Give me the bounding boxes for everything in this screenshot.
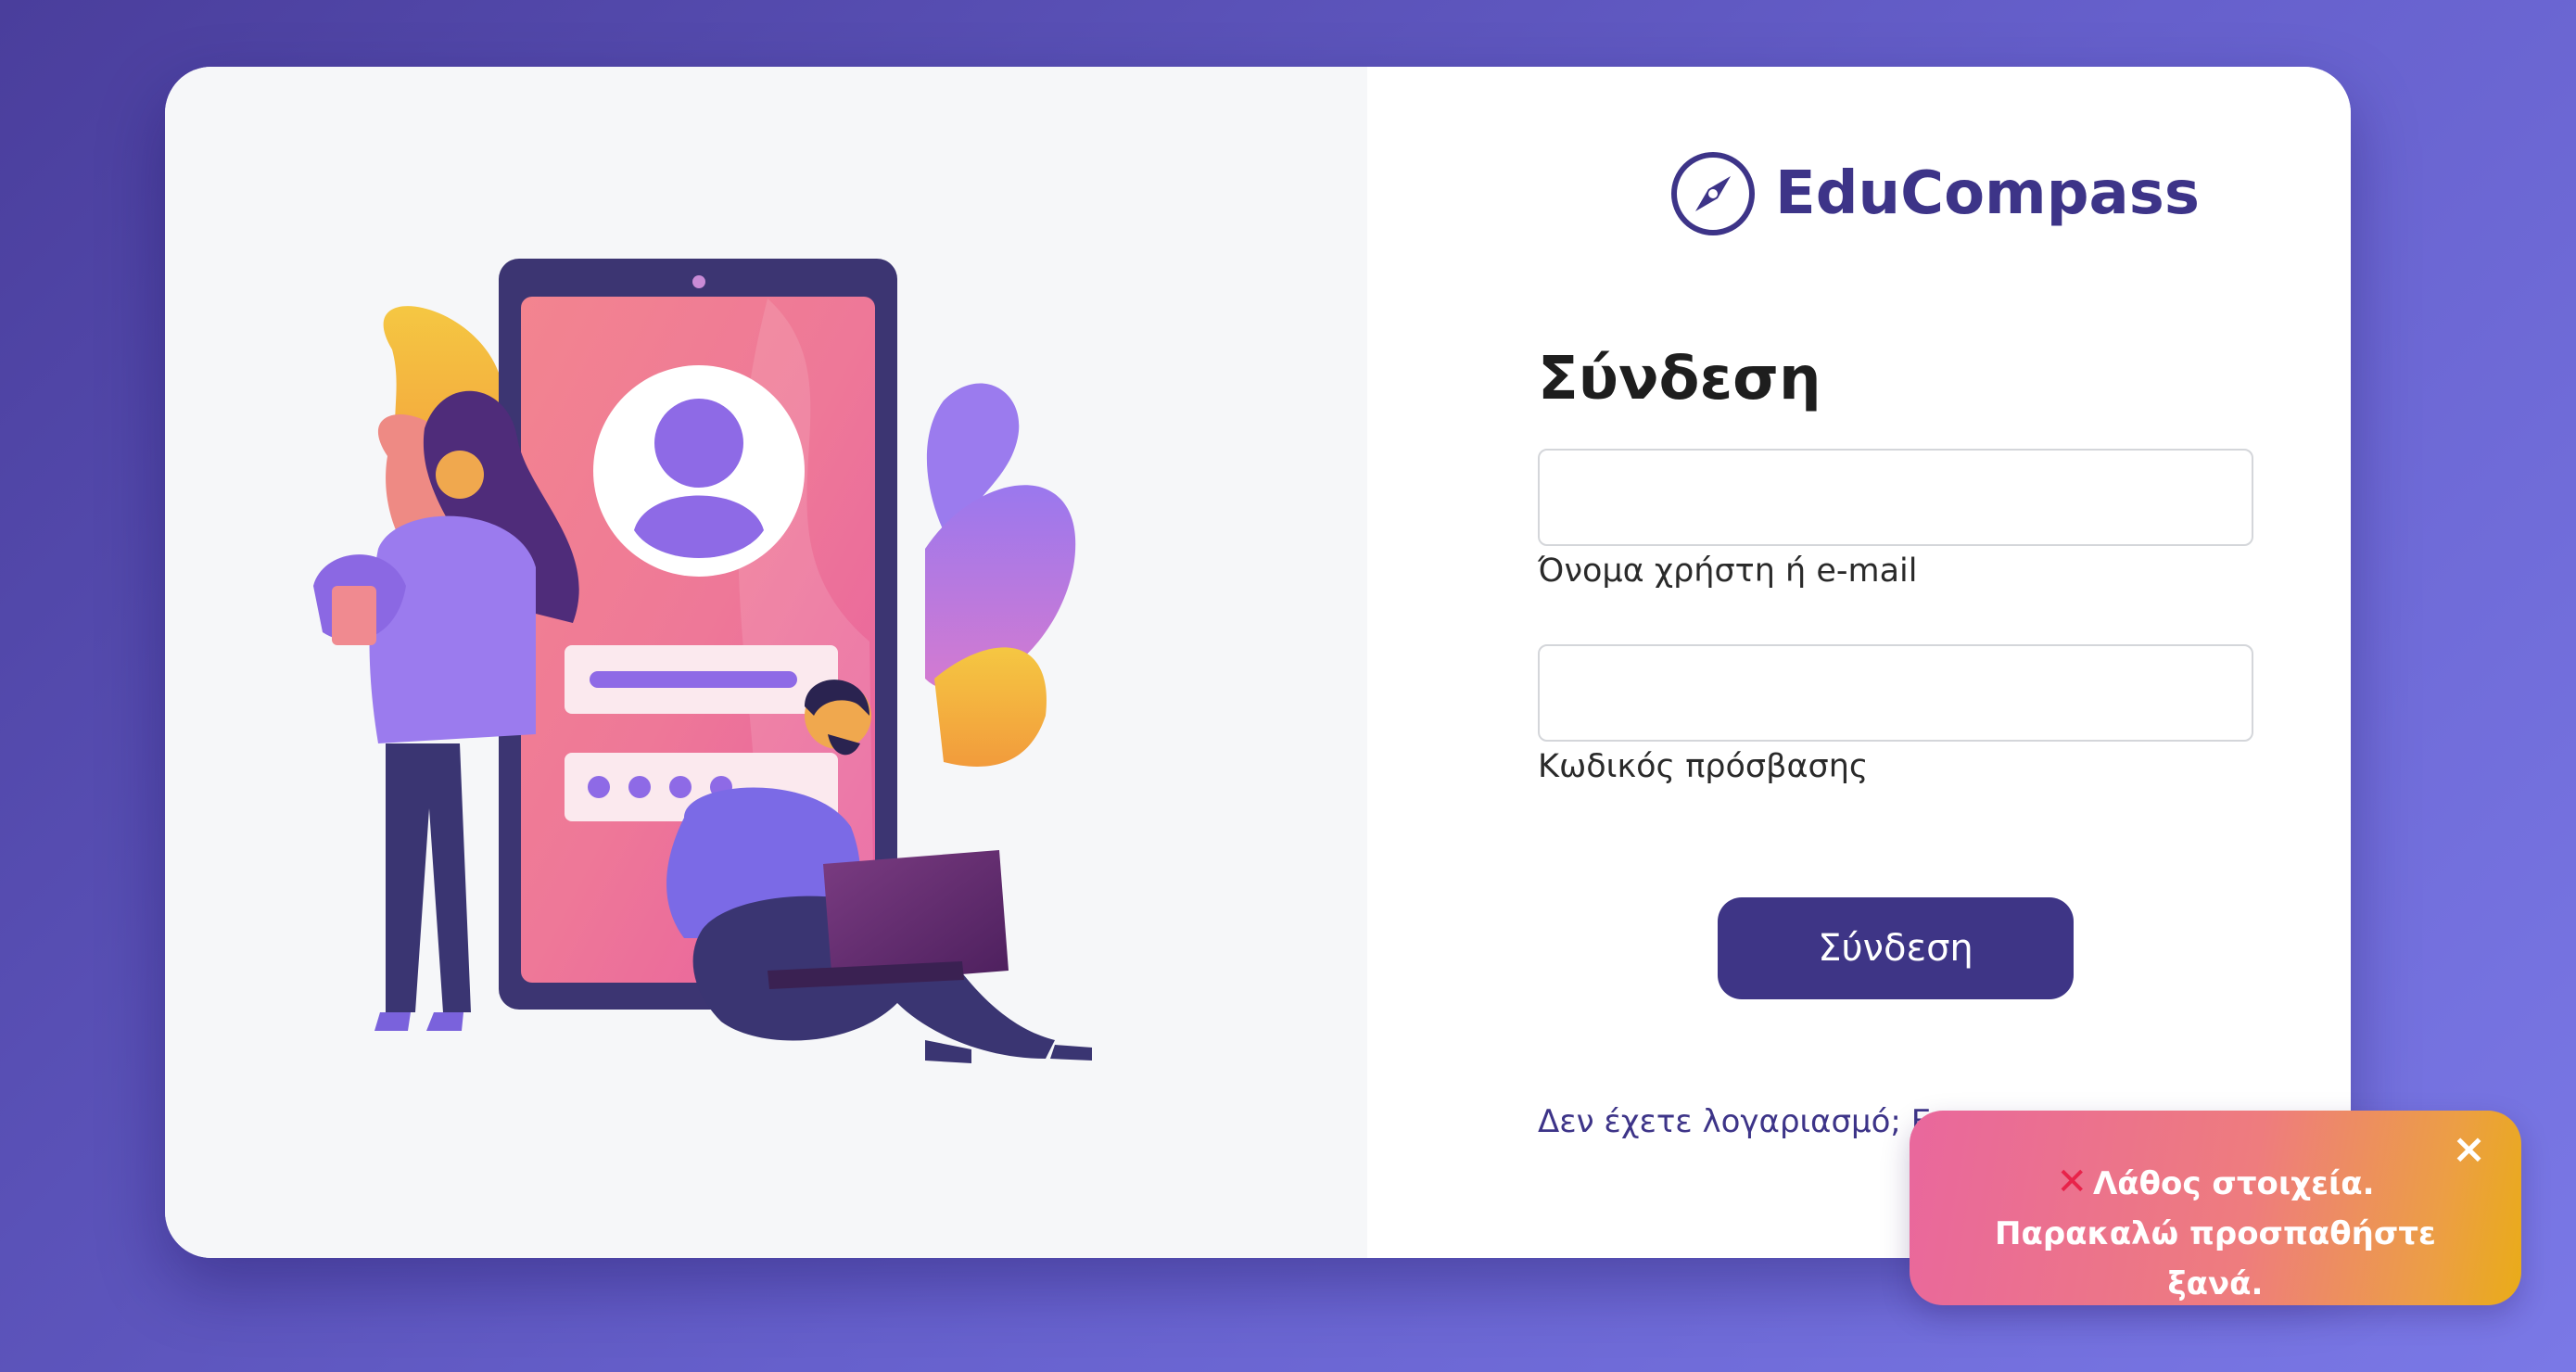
signup-line: Δεν έχετε λογαριασμό; Εγγ bbox=[1538, 1103, 1968, 1140]
login-button[interactable]: Σύνδεση bbox=[1718, 897, 2074, 999]
login-illustration bbox=[313, 259, 1092, 1063]
login-panel: EduCompass Σύνδεση Όνομα χρήστη ή e-mail… bbox=[1367, 67, 2351, 1258]
form-title: Σύνδεση bbox=[1538, 345, 1821, 413]
login-card: EduCompass Σύνδεση Όνομα χρήστη ή e-mail… bbox=[165, 67, 2351, 1258]
brand-logo: EduCompass bbox=[1669, 150, 2200, 237]
username-input[interactable] bbox=[1538, 449, 2253, 546]
error-toast: × ✕ Λάθος στοιχεία. Παρακαλώ προσπαθήστε … bbox=[1910, 1111, 2521, 1305]
error-x-icon: ✕ bbox=[2056, 1161, 2087, 1203]
illustration-panel bbox=[165, 67, 1367, 1258]
password-label: Κωδικός πρόσβασης bbox=[1538, 748, 1869, 785]
toast-body: ✕ Λάθος στοιχεία. Παρακαλώ προσπαθήστε ξα… bbox=[1965, 1157, 2466, 1309]
password-input[interactable] bbox=[1538, 644, 2253, 742]
signup-prompt: Δεν έχετε λογαριασμό; bbox=[1538, 1103, 1901, 1140]
brand-name: EduCompass bbox=[1775, 159, 2200, 228]
username-label: Όνομα χρήστη ή e-mail bbox=[1538, 553, 1918, 590]
compass-icon bbox=[1671, 152, 1755, 235]
